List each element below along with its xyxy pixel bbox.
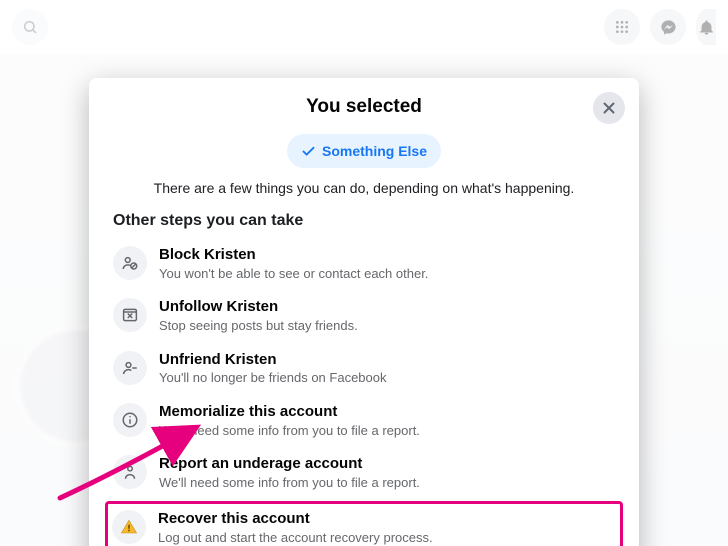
- warning-icon: [120, 518, 138, 536]
- option-title: Report an underage account: [159, 455, 615, 474]
- option-list: Block Kristen You won't be able to see o…: [89, 238, 639, 546]
- option-title: Block Kristen: [159, 246, 615, 265]
- option-memorialize[interactable]: Memorialize this account We'll need some…: [107, 395, 621, 447]
- option-title: Unfollow Kristen: [159, 298, 615, 317]
- unfollow-icon: [121, 306, 139, 324]
- check-icon: [301, 144, 316, 159]
- close-button[interactable]: [593, 92, 625, 124]
- option-title: Recover this account: [158, 510, 616, 529]
- option-unfriend[interactable]: Unfriend Kristen You'll no longer be fri…: [107, 343, 621, 395]
- option-sub: We'll need some info from you to file a …: [159, 474, 615, 492]
- option-underage[interactable]: Report an underage account We'll need so…: [107, 447, 621, 499]
- option-unfollow[interactable]: Unfollow Kristen Stop seeing posts but s…: [107, 290, 621, 342]
- option-sub: You'll no longer be friends on Facebook: [159, 369, 615, 387]
- option-sub: Log out and start the account recovery p…: [158, 529, 616, 546]
- info-icon: [121, 411, 139, 429]
- block-icon: [121, 254, 139, 272]
- modal-header: You selected: [89, 78, 639, 130]
- unfriend-icon: [121, 359, 139, 377]
- underage-icon: [121, 463, 139, 481]
- close-icon: [600, 99, 618, 117]
- option-title: Memorialize this account: [159, 403, 615, 422]
- modal-title: You selected: [105, 96, 623, 118]
- option-sub: We'll need some info from you to file a …: [159, 422, 615, 440]
- option-title: Unfriend Kristen: [159, 351, 615, 370]
- section-title: Other steps you can take: [89, 210, 639, 238]
- option-block[interactable]: Block Kristen You won't be able to see o…: [107, 238, 621, 290]
- something-else-chip[interactable]: Something Else: [287, 134, 441, 168]
- you-selected-modal: You selected Something Else There are a …: [89, 78, 639, 546]
- option-sub: You won't be able to see or contact each…: [159, 265, 615, 283]
- selected-chip-row: Something Else: [89, 130, 639, 178]
- modal-intro-text: There are a few things you can do, depen…: [89, 178, 639, 210]
- chip-label: Something Else: [322, 143, 427, 159]
- option-sub: Stop seeing posts but stay friends.: [159, 317, 615, 335]
- option-recover[interactable]: Recover this account Log out and start t…: [105, 501, 623, 546]
